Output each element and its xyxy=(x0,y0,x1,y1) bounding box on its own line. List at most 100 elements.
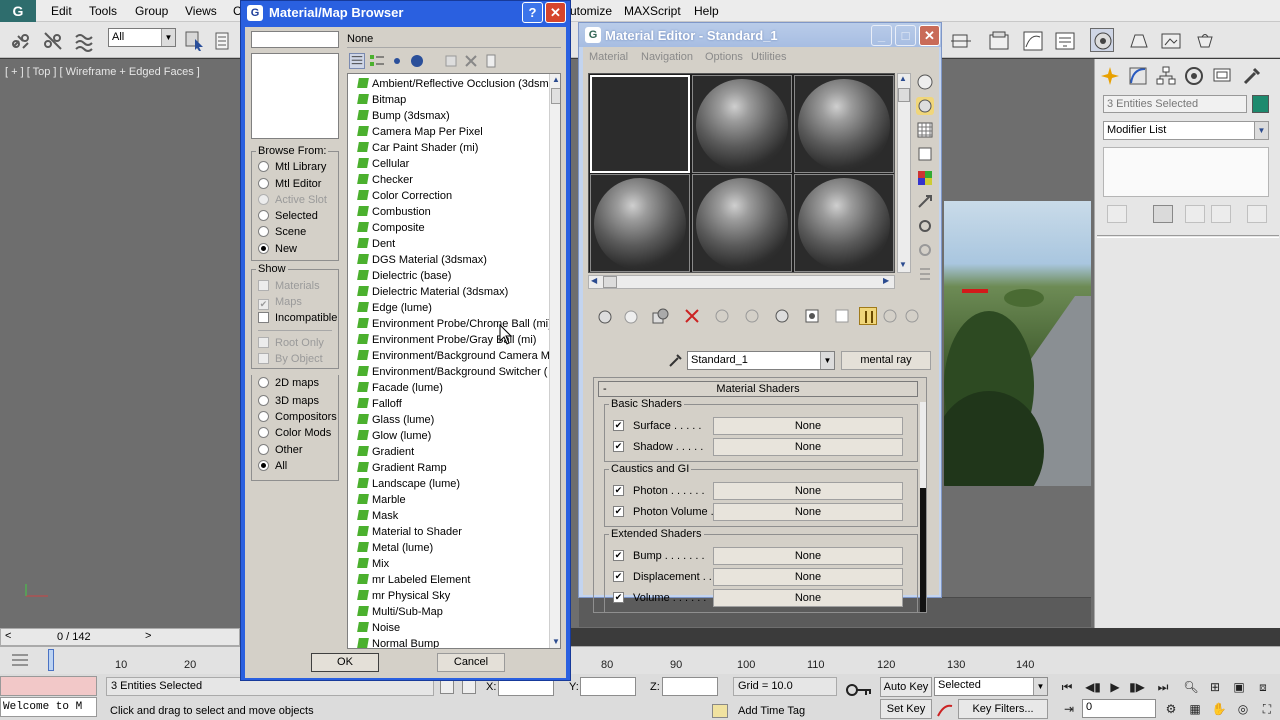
render-setup-icon[interactable] xyxy=(1126,28,1150,52)
modifier-list-dropdown[interactable]: Modifier List ▼ xyxy=(1103,121,1269,140)
unlink-icon[interactable] xyxy=(40,28,64,52)
bump-checkbox[interactable]: ✔ xyxy=(613,550,624,561)
map-type-item[interactable]: Glass (lume) xyxy=(357,414,434,430)
menu-utilities[interactable]: Utilities xyxy=(751,51,786,63)
map-type-item[interactable]: Glow (lume) xyxy=(357,430,431,446)
key-mode-dropdown[interactable]: Selected ▼ xyxy=(934,677,1048,696)
scroll-right-icon[interactable]: ▶ xyxy=(883,276,889,285)
orbit-icon[interactable]: ◎ xyxy=(1232,700,1254,718)
modifier-stack[interactable] xyxy=(1103,147,1269,197)
clear-material-library-icon[interactable] xyxy=(483,53,499,69)
select-by-material-icon[interactable] xyxy=(916,241,934,259)
show-map-in-viewport-icon[interactable] xyxy=(833,307,851,325)
graph-editor-icon[interactable] xyxy=(1020,28,1044,52)
radio-selected[interactable]: Selected xyxy=(258,210,318,224)
time-configuration-icon[interactable]: ⚙ xyxy=(1160,700,1182,718)
radio-other[interactable]: Other xyxy=(258,444,303,458)
volume-checkbox[interactable]: ✔ xyxy=(613,592,624,603)
scroll-up-icon[interactable]: ▲ xyxy=(550,74,560,86)
close-button[interactable]: ✕ xyxy=(919,25,940,46)
menu-views[interactable]: Views xyxy=(185,4,217,18)
menu-help[interactable]: Help xyxy=(694,4,719,18)
absolute-mode-icon[interactable] xyxy=(462,680,476,694)
current-frame-field[interactable]: 0 xyxy=(1082,699,1156,718)
play-icon[interactable]: ▶ xyxy=(1104,678,1126,696)
map-type-item[interactable]: Falloff xyxy=(357,398,402,414)
sample-slot[interactable] xyxy=(794,75,894,173)
auto-key-button[interactable]: Auto Key xyxy=(880,677,932,697)
map-type-item[interactable]: Camera Map Per Pixel xyxy=(357,126,483,142)
map-type-item[interactable]: Gradient xyxy=(357,446,414,462)
view-list-icons-icon[interactable] xyxy=(369,53,385,69)
mini-curve-editor-icon[interactable] xyxy=(10,652,30,668)
time-slider-next-icon[interactable]: > xyxy=(145,630,151,642)
map-type-item[interactable]: Gradient Ramp xyxy=(357,462,447,478)
zoom-icon[interactable]: 🔍︎ xyxy=(1180,678,1202,696)
menu-customize[interactable]: utomize xyxy=(570,4,612,18)
assign-to-selection-icon[interactable] xyxy=(651,307,669,325)
material-type-button[interactable]: mental ray xyxy=(841,351,931,370)
maxscript-listener[interactable]: Welcome to M xyxy=(0,697,97,717)
view-list-icon[interactable] xyxy=(349,53,365,69)
displacement-map-button[interactable]: None xyxy=(713,568,903,586)
go-forward-to-sibling-icon[interactable] xyxy=(903,307,921,325)
put-to-scene-icon[interactable] xyxy=(621,307,639,325)
sample-type-icon[interactable] xyxy=(916,73,934,91)
radio-2d-maps[interactable]: 2D maps xyxy=(258,377,319,391)
time-slider[interactable]: < 0 / 142 > xyxy=(0,628,240,646)
scroll-thumb[interactable] xyxy=(920,488,926,612)
video-color-check-icon[interactable] xyxy=(916,169,934,187)
utilities-tab-icon[interactable] xyxy=(1241,65,1263,87)
map-type-item[interactable]: Environment Probe/Chrome Ball (mi) xyxy=(357,318,552,334)
object-name-field[interactable]: 3 Entities Selected xyxy=(1103,95,1247,113)
map-type-list[interactable]: Ambient/Reflective Occlusion (3dsm Bitmap… xyxy=(347,73,561,649)
menu-edit[interactable]: Edit xyxy=(51,4,72,18)
maximize-viewport-icon[interactable]: ⛶ xyxy=(1256,700,1278,718)
scroll-thumb[interactable] xyxy=(898,88,910,102)
radio-color-mods[interactable]: Color Mods xyxy=(258,427,331,441)
render-production-icon[interactable] xyxy=(1192,28,1216,52)
map-type-item[interactable]: Environment/Background Camera M xyxy=(357,350,550,366)
help-button[interactable]: ? xyxy=(522,2,543,23)
photon-volume-checkbox[interactable]: ✔ xyxy=(613,506,624,517)
map-type-item[interactable]: Mix xyxy=(357,558,389,574)
map-type-item[interactable]: Dielectric Material (3dsmax) xyxy=(357,286,508,302)
rollout-header[interactable]: - Material Shaders xyxy=(598,381,918,397)
shadow-map-button[interactable]: None xyxy=(713,438,903,456)
zoom-all-icon[interactable]: ⊞ xyxy=(1204,678,1226,696)
shadow-checkbox[interactable]: ✔ xyxy=(613,441,624,452)
y-coordinate-field[interactable] xyxy=(580,677,636,696)
sample-slots-vscroll[interactable]: ▲ ▼ xyxy=(897,73,911,273)
zoom-extents-icon[interactable]: ▣ xyxy=(1228,678,1250,696)
motion-tab-icon[interactable] xyxy=(1183,65,1205,87)
map-type-item[interactable]: Material to Shader xyxy=(357,526,462,542)
default-in-out-tangents-icon[interactable] xyxy=(936,702,954,718)
photon-map-button[interactable]: None xyxy=(713,482,903,500)
link-icon[interactable] xyxy=(8,28,32,52)
previous-frame-icon[interactable]: ◀▮ xyxy=(1082,678,1104,696)
displacement-checkbox[interactable]: ✔ xyxy=(613,571,624,582)
radio-all[interactable]: All xyxy=(258,460,287,474)
create-tab-icon[interactable] xyxy=(1099,65,1121,87)
scroll-up-icon[interactable]: ▲ xyxy=(899,74,907,83)
display-tab-icon[interactable] xyxy=(1211,65,1233,87)
align-icon[interactable] xyxy=(948,28,972,52)
sample-slot[interactable] xyxy=(794,174,894,272)
hierarchy-tab-icon[interactable] xyxy=(1155,65,1177,87)
schematic-view-icon[interactable] xyxy=(1052,28,1076,52)
map-type-item[interactable]: Car Paint Shader (mi) xyxy=(357,142,478,158)
map-type-item[interactable]: DGS Material (3dsmax) xyxy=(357,254,487,270)
pick-material-from-object-icon[interactable] xyxy=(667,353,683,369)
key-filters-button[interactable]: Key Filters... xyxy=(958,699,1048,719)
time-slider-thumb[interactable] xyxy=(48,649,54,671)
get-material-icon[interactable] xyxy=(597,307,615,325)
background-icon[interactable] xyxy=(916,121,934,139)
map-type-item[interactable]: Edge (lume) xyxy=(357,302,432,318)
go-to-start-icon[interactable]: ⏮ xyxy=(1056,678,1078,696)
surface-checkbox[interactable]: ✔ xyxy=(613,420,624,431)
bump-map-button[interactable]: None xyxy=(713,547,903,565)
set-key-icon[interactable] xyxy=(845,683,873,697)
backlight-icon[interactable] xyxy=(916,97,934,115)
radio-compositors[interactable]: Compositors xyxy=(258,411,337,425)
menu-material[interactable]: Material xyxy=(589,51,628,63)
